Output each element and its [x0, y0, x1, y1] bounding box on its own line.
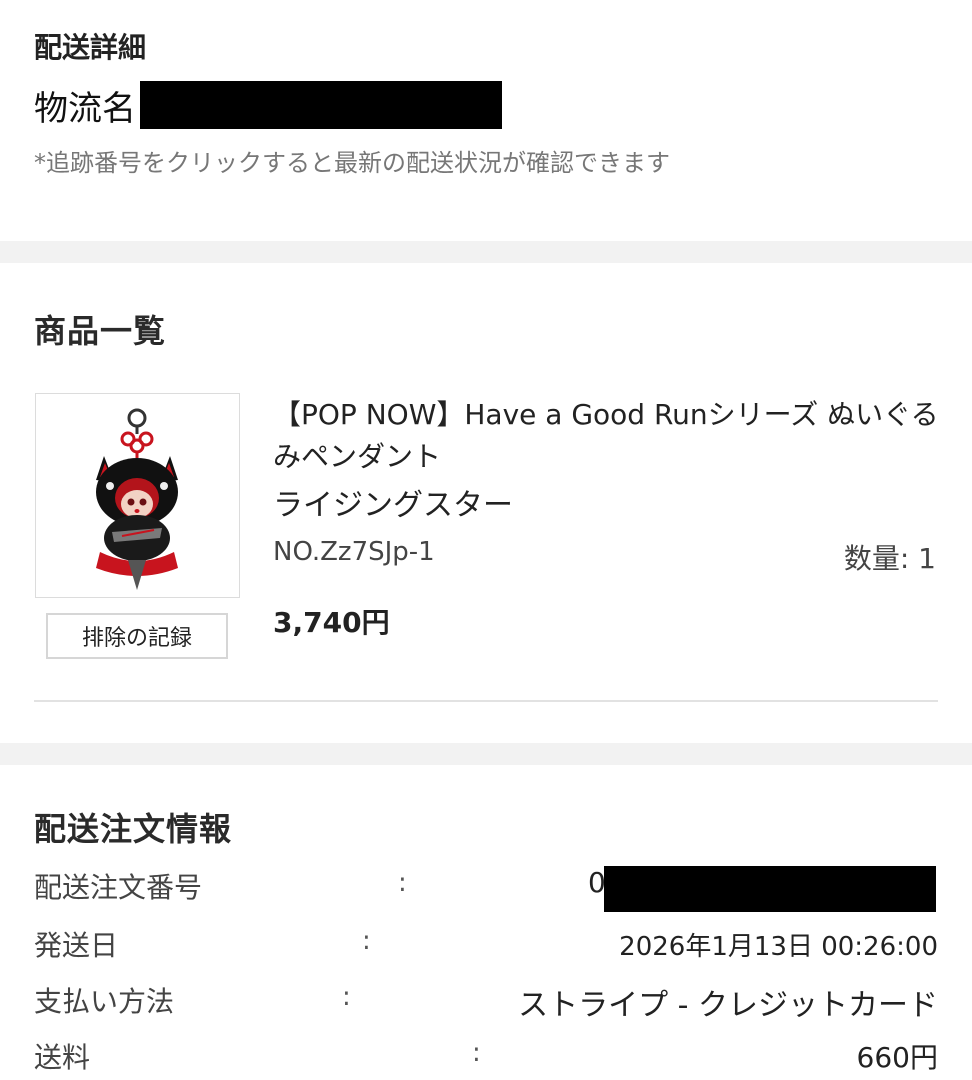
shipping-fee-value: 660円: [856, 1041, 938, 1074]
product-quantity: 数量: 1: [843, 542, 936, 575]
product-sku: NO.Zz7SJp-1: [273, 537, 435, 567]
product-thumbnail[interactable]: [35, 393, 240, 598]
product-list-title: 商品一覧: [34, 312, 167, 350]
delivery-details-title: 配送詳細: [34, 31, 147, 64]
section-separator: [0, 743, 972, 765]
payment-method-value: ストライプ - クレジットカード: [518, 988, 938, 1023]
divider: [34, 700, 938, 702]
plush-pendant-image: [96, 408, 178, 590]
order-number-redacted: [604, 866, 936, 912]
carrier-row: 物流名: [34, 80, 502, 130]
product-variant: ライジングスター: [273, 488, 513, 523]
carrier-name-redacted: [140, 81, 502, 129]
ship-date-label: 発送日: [34, 929, 119, 962]
payment-method-label: 支払い方法: [34, 985, 175, 1018]
section-separator: [0, 241, 972, 263]
shipping-order-info-title: 配送注文情報: [34, 810, 233, 848]
product-name[interactable]: 【POP NOW】Have a Good Runシリーズ ぬいぐるみペンダント: [273, 394, 945, 478]
row-colon: :: [362, 926, 371, 956]
row-colon: :: [472, 1038, 481, 1068]
carrier-label: 物流名: [34, 88, 136, 129]
removal-record-button[interactable]: 排除の記録: [46, 613, 228, 659]
tracking-note: *追跡番号をクリックすると最新の配送状況が確認できます: [34, 149, 670, 177]
row-colon: :: [398, 868, 407, 898]
shipping-fee-label: 送料: [34, 1041, 91, 1074]
product-price: 3,740円: [273, 606, 390, 639]
ship-date-value: 2026年1月13日 00:26:00: [619, 932, 938, 962]
row-colon: :: [342, 982, 351, 1012]
order-number-label: 配送注文番号: [34, 871, 203, 904]
